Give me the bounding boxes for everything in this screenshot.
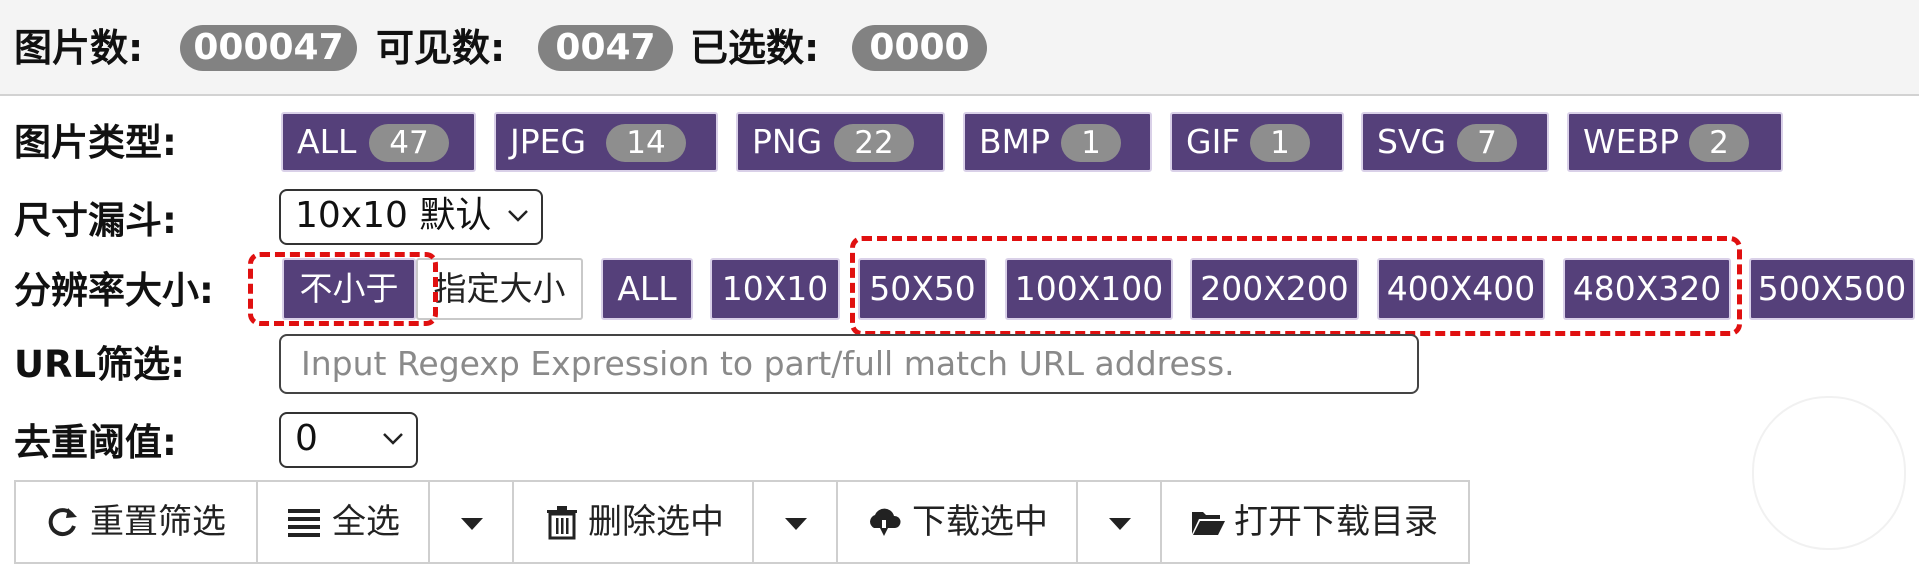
open-download-folder-label: 打开下载目录 [1234,502,1438,542]
type-filter-label: BMP [979,122,1051,161]
type-count-badge: 1 [1250,124,1310,162]
reset-filter-label: 重置筛选 [90,502,226,542]
type-count-badge: 2 [1689,124,1749,162]
select-options-dropdown[interactable] [430,482,514,562]
download-selected-label: 下载选中 [912,502,1048,542]
type-count-badge: 47 [369,124,449,162]
type-filter-label: SVG [1377,122,1447,161]
watermark-logo [1752,396,1906,550]
type-filter-gif[interactable]: GIF 1 [1170,112,1344,172]
download-options-dropdown[interactable] [1078,482,1162,562]
delete-selected-label: 删除选中 [588,502,724,542]
open-download-folder-button[interactable]: 打开下载目录 [1162,482,1468,562]
selected-count-label: 已选数: [690,26,820,70]
caret-down-icon [1109,518,1131,530]
url-filter-input[interactable]: Input Regexp Expression to part/full mat… [279,334,1419,394]
visible-count-label: 可见数: [376,26,506,70]
delete-options-dropdown[interactable] [754,482,838,562]
highlight-box-mode [248,252,438,326]
type-filter-bmp[interactable]: BMP 1 [963,112,1152,172]
dedup-threshold-select[interactable]: 0 [279,412,418,468]
type-filter-label: GIF [1186,122,1241,161]
trash-icon [547,506,577,540]
type-filter-label: WEBP [1583,122,1680,161]
images-count-label: 图片数: [14,26,144,70]
size-funnel-select[interactable]: 10x10 默认 [279,189,543,245]
select-all-button[interactable]: 全选 [258,482,430,562]
resolution-mode-exact[interactable]: 指定大小 [416,258,583,320]
folder-open-icon [1192,512,1225,535]
type-count-badge: 14 [606,124,686,162]
type-count-badge: 1 [1061,124,1121,162]
visible-count-badge: 0047 [538,25,673,71]
images-count-badge: 000047 [180,25,357,71]
url-filter-label: URL筛选: [14,343,185,386]
chevron-down-icon [383,433,403,445]
type-filter-png[interactable]: PNG 22 [736,112,945,172]
size-funnel-value: 10x10 默认 [295,195,492,236]
reset-filter-button[interactable]: 重置筛选 [16,482,258,562]
type-filter-svg[interactable]: SVG 7 [1361,112,1549,172]
download-selected-button[interactable]: 下载选中 [838,482,1078,562]
caret-down-icon [785,518,807,530]
size-funnel-label: 尺寸漏斗: [14,199,177,242]
resolution-option-all[interactable]: ALL [601,258,693,320]
action-toolbar: 重置筛选 全选 删除选中 下载选中 打开下载目录 [14,480,1470,564]
type-filter-label: ALL [297,122,357,161]
delete-selected-button[interactable]: 删除选中 [514,482,754,562]
type-filter-label: JPEG [510,122,587,161]
image-type-label: 图片类型: [14,121,177,164]
type-count-badge: 22 [834,124,914,162]
refresh-icon [48,508,77,537]
highlight-box-resolutions [850,236,1742,336]
selected-count-badge: 0000 [852,25,987,71]
type-filter-webp[interactable]: WEBP 2 [1567,112,1783,172]
resolution-option-10x10[interactable]: 10X10 [710,258,840,320]
type-filter-label: PNG [752,122,823,161]
dedup-threshold-value: 0 [295,418,318,459]
caret-down-icon [461,518,483,530]
type-filter-all[interactable]: ALL 47 [281,112,476,172]
dedup-threshold-label: 去重阈值: [14,421,177,464]
resolution-option-500x500[interactable]: 500X500 [1749,258,1915,320]
type-count-badge: 7 [1457,124,1517,162]
cloud-download-icon [870,508,901,536]
chevron-down-icon [508,210,528,222]
type-filter-jpeg[interactable]: JPEG 14 [494,112,718,172]
resolution-label: 分辨率大小: [14,269,214,312]
list-icon [288,509,320,537]
select-all-label: 全选 [332,502,400,542]
